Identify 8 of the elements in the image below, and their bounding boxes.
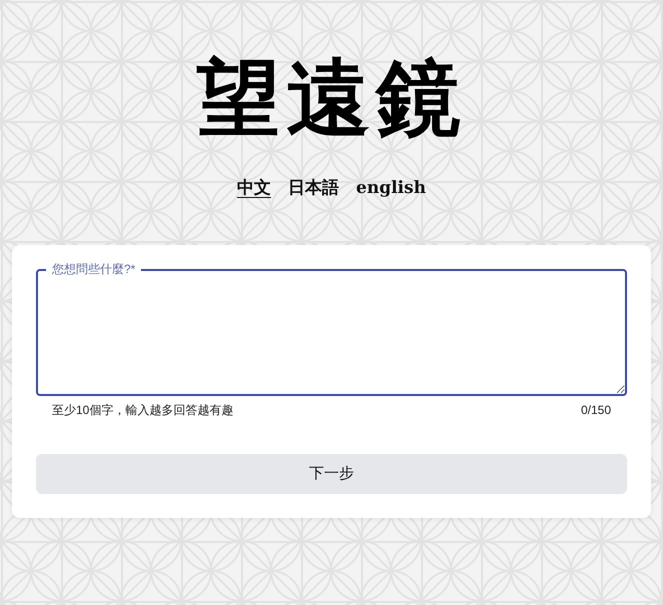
character-counter: 0/150 <box>580 402 611 418</box>
next-button[interactable]: 下一步 <box>36 454 627 494</box>
logo: 望遠鏡 <box>196 47 466 140</box>
language-link[interactable]: english <box>356 176 426 202</box>
helper-text: 至少10個字，輸入越多回答越有趣 <box>52 402 234 418</box>
language-link[interactable]: 日本語 <box>288 176 340 202</box>
field-label: 您想問些什麼?* <box>46 260 142 276</box>
language-link[interactable]: 中文 <box>237 176 272 202</box>
